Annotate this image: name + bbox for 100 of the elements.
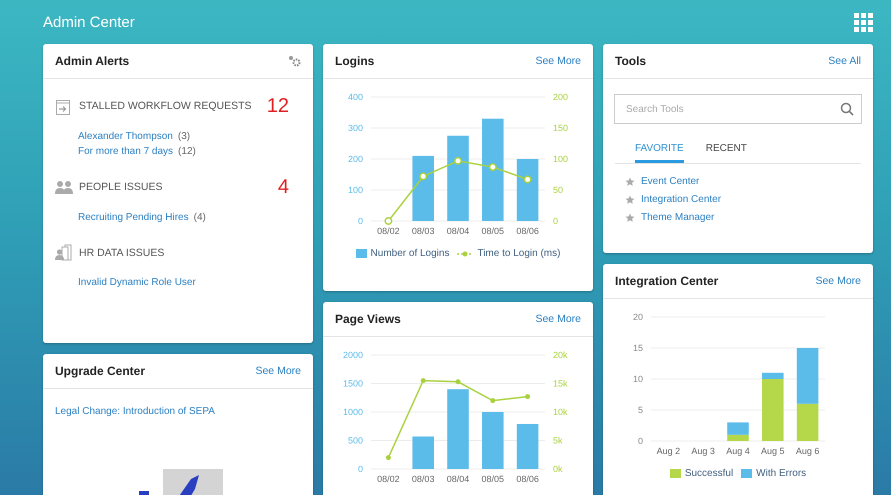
axis-label: 0 (638, 436, 643, 446)
alert-link[interactable]: Alexander Thompson (78, 131, 173, 142)
axis-label: 08/02 (377, 474, 400, 484)
point (384, 217, 392, 225)
axis-label: Aug 4 (726, 446, 750, 456)
axis-label: 08/03 (412, 474, 434, 484)
alert-category: STALLED WORKFLOW REQUESTS (79, 100, 252, 112)
star-icon (625, 212, 635, 222)
axis-label: 08/06 (516, 226, 539, 236)
axis-label: 150 (553, 123, 568, 133)
axis-label: 5 (638, 405, 643, 415)
axis-label: 100 (348, 185, 363, 195)
axis-label: 08/05 (482, 474, 504, 484)
grid-menu-icon[interactable] (854, 12, 873, 32)
bar (412, 156, 434, 221)
card-title: Upgrade Center (55, 364, 146, 378)
axis-label: 5k (553, 436, 563, 446)
card-title: Tools (615, 54, 646, 68)
axis-label: 08/02 (377, 226, 400, 236)
axis-label: 300 (348, 123, 363, 133)
card-title: Admin Alerts (55, 54, 130, 68)
bar (412, 436, 434, 469)
axis-label: Aug 6 (796, 446, 820, 456)
see-more-link[interactable]: See More (535, 313, 581, 325)
axis-label: 08/06 (516, 474, 539, 484)
see-more-link[interactable]: See More (255, 365, 301, 377)
legend-swatch (356, 249, 367, 258)
alert-count: 4 (278, 178, 289, 196)
axis-label: 08/03 (412, 226, 434, 236)
tool-link[interactable]: Theme Manager (641, 212, 714, 223)
point (454, 156, 462, 165)
axis-label: Aug 5 (761, 446, 785, 456)
legend-label: With Errors (756, 468, 806, 479)
axis-label: 08/04 (446, 226, 470, 236)
tool-link[interactable]: Integration Center (641, 194, 722, 205)
axis-label: 100 (553, 154, 568, 164)
calendar-icon (55, 98, 73, 114)
alert-item-count: (12) (178, 146, 196, 157)
axis-label: 15k (553, 378, 568, 388)
axis-label: 10k (553, 407, 568, 417)
see-all-link[interactable]: See All (828, 55, 861, 67)
tab[interactable]: FAVORITE (635, 137, 684, 163)
axis-label: Aug 3 (691, 446, 715, 456)
axis-label: 1500 (342, 378, 363, 388)
axis-label: 200 (553, 92, 568, 102)
alert-link[interactable]: For more than 7 days (78, 146, 174, 157)
alert-link[interactable]: Recruiting Pending Hires (78, 212, 189, 223)
axis-label: 08/05 (482, 226, 504, 236)
point (419, 172, 428, 180)
point (524, 176, 532, 184)
point (525, 394, 530, 400)
axis-label: 15 (632, 343, 643, 353)
alert-category: PEOPLE ISSUES (79, 181, 164, 193)
search-icon (840, 102, 854, 116)
point (488, 163, 497, 172)
axis-label: 500 (348, 436, 363, 446)
tab[interactable]: RECENT (706, 137, 747, 163)
axis-label: 08/04 (446, 474, 470, 484)
legend-label: Successful (684, 468, 734, 479)
axis-label: 50 (553, 185, 564, 195)
axis-label: 1000 (342, 407, 363, 417)
axis-label: 10 (632, 374, 643, 384)
legend-swatch (741, 469, 752, 478)
alert-count: 12 (266, 97, 289, 115)
legend-swatch (670, 469, 681, 478)
point (420, 378, 426, 384)
card-title: Integration Center (615, 274, 718, 288)
bar (516, 159, 538, 221)
point (490, 398, 496, 404)
legend-line-icon (457, 250, 474, 258)
alert-category: HR DATA ISSUES (79, 246, 166, 258)
card-title: Logins (335, 54, 374, 68)
see-more-link[interactable]: See More (815, 275, 861, 287)
axis-label: 0 (358, 216, 363, 226)
legend-label: Time to Login (ms) (477, 248, 560, 259)
card-title: Page Views (335, 312, 401, 326)
upgrade-link[interactable]: Legal Change: Introduction of SEPA (55, 406, 215, 417)
axis-label: 0k (553, 464, 563, 474)
settings-icon (287, 55, 301, 67)
app-title: Admin Center (43, 14, 135, 30)
documents-icon (55, 244, 73, 261)
star-icon (625, 176, 635, 186)
legend-label: Number of Logins (370, 248, 450, 259)
bar (516, 424, 538, 469)
axis-label: 0 (553, 216, 558, 226)
point (386, 455, 391, 460)
tool-link[interactable]: Event Center (641, 176, 700, 187)
star-icon (625, 194, 635, 204)
people-icon (55, 178, 73, 196)
see-more-link[interactable]: See More (535, 55, 581, 67)
alert-item-count: (4) (194, 212, 206, 223)
axis-label: 2000 (342, 350, 363, 360)
bar (482, 412, 504, 469)
axis-label: Aug 2 (656, 446, 680, 456)
alert-link[interactable]: Invalid Dynamic Role User (78, 277, 196, 288)
point (456, 379, 460, 384)
axis-label: 200 (348, 154, 363, 164)
axis-label: 20 (632, 312, 643, 322)
alert-item-count: (3) (178, 131, 190, 142)
axis-label: 20k (553, 350, 568, 360)
